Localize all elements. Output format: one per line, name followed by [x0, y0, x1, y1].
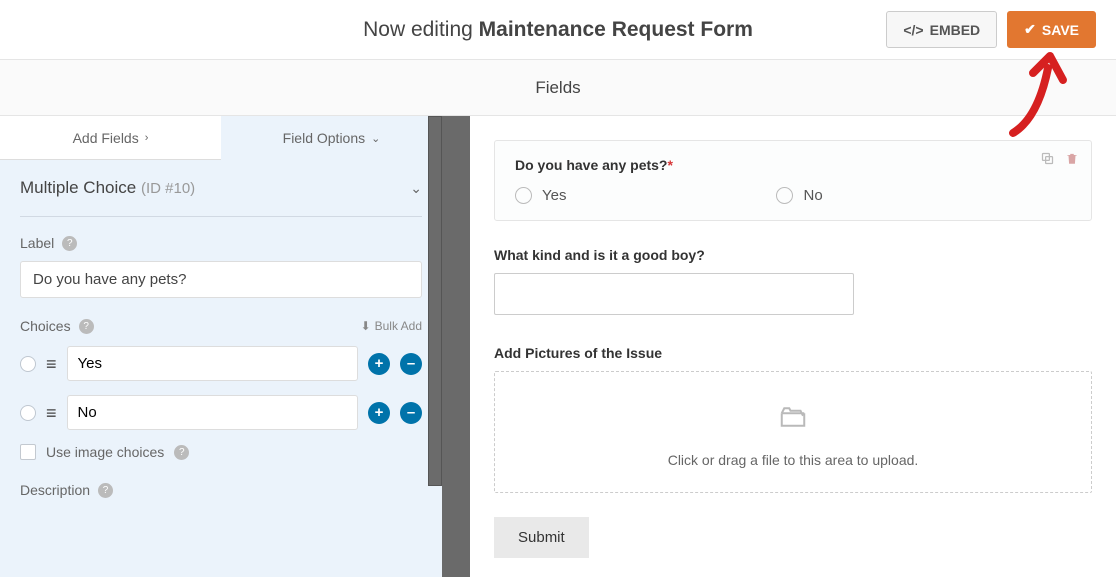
description-text: Description — [20, 482, 90, 498]
choice-input[interactable] — [67, 395, 358, 430]
image-choices-label: Use image choices — [46, 444, 164, 460]
field-type-header[interactable]: Multiple Choice (ID #10) ⌄ — [20, 178, 422, 217]
add-choice-button[interactable]: + — [368, 353, 390, 375]
check-icon: ✔ — [1024, 21, 1036, 38]
chevron-down-icon[interactable]: ⌄ — [410, 180, 422, 197]
field-preview-selected[interactable]: Do you have any pets?* Yes No — [494, 140, 1092, 221]
bulk-add-button[interactable]: ⬇ Bulk Add — [361, 319, 422, 333]
tab-add-fields[interactable]: Add Fields › — [0, 116, 221, 160]
tab-add-label: Add Fields — [73, 130, 139, 146]
duplicate-icon[interactable] — [1040, 151, 1055, 170]
chevron-right-icon: › — [145, 132, 149, 144]
checkbox-icon[interactable] — [20, 444, 36, 460]
upload-icon — [515, 402, 1071, 440]
radio-default-icon[interactable] — [20, 405, 36, 421]
embed-label: EMBED — [930, 22, 981, 38]
radio-option[interactable]: Yes — [515, 187, 566, 204]
drag-handle-icon[interactable]: ≡ — [46, 404, 57, 422]
sidebar: Add Fields › Field Options ⌄ Multiple Ch… — [0, 116, 442, 577]
field-type-title: Multiple Choice (ID #10) — [20, 178, 195, 198]
help-icon[interactable]: ? — [98, 483, 113, 498]
code-icon: </> — [903, 22, 923, 38]
add-choice-button[interactable]: + — [368, 402, 390, 424]
file-upload-zone[interactable]: Click or drag a file to this area to upl… — [494, 371, 1092, 493]
radio-icon — [515, 187, 532, 204]
submit-button[interactable]: Submit — [494, 517, 589, 558]
form-name: Maintenance Request Form — [479, 18, 753, 41]
drag-handle-icon[interactable]: ≡ — [46, 355, 57, 373]
tab-options-label: Field Options — [283, 130, 365, 146]
fields-subheader: Fields — [0, 60, 1116, 116]
help-icon[interactable]: ? — [79, 319, 94, 334]
help-icon[interactable]: ? — [62, 236, 77, 251]
download-icon: ⬇ — [361, 319, 371, 333]
choice-row: ≡ + – — [20, 395, 422, 430]
scrollbar[interactable] — [428, 116, 442, 486]
divider — [442, 116, 470, 577]
choice-row: ≡ + – — [20, 346, 422, 381]
description-heading: Description ? — [20, 482, 422, 498]
choices-header: Choices ? ⬇ Bulk Add — [20, 318, 422, 334]
label-input[interactable] — [20, 261, 422, 298]
required-asterisk: * — [667, 157, 672, 173]
field-label: Add Pictures of the Issue — [494, 345, 1092, 361]
bulk-add-label: Bulk Add — [375, 319, 422, 333]
choice-input[interactable] — [67, 346, 358, 381]
radio-label: Yes — [542, 187, 566, 204]
image-choices-row[interactable]: Use image choices ? — [20, 444, 422, 460]
help-icon[interactable]: ? — [174, 445, 189, 460]
top-bar: Now editing Maintenance Request Form </>… — [0, 0, 1116, 60]
remove-choice-button[interactable]: – — [400, 402, 422, 424]
tab-field-options[interactable]: Field Options ⌄ — [221, 116, 442, 160]
save-button[interactable]: ✔ SAVE — [1007, 11, 1096, 48]
radio-options: Yes No — [515, 187, 1071, 204]
field-label: Do you have any pets?* — [515, 157, 1071, 173]
sidebar-body: Multiple Choice (ID #10) ⌄ Label ? Choic… — [0, 160, 442, 577]
text-input[interactable] — [494, 273, 854, 315]
save-label: SAVE — [1042, 22, 1079, 38]
field-label: What kind and is it a good boy? — [494, 247, 1092, 263]
choices-heading: Choices ? — [20, 318, 94, 334]
radio-option[interactable]: No — [776, 187, 822, 204]
radio-label: No — [803, 187, 822, 204]
field-actions — [1040, 151, 1079, 170]
label-heading: Label ? — [20, 235, 422, 251]
sidebar-tabs: Add Fields › Field Options ⌄ — [0, 116, 442, 160]
top-actions: </> EMBED ✔ SAVE — [886, 11, 1096, 48]
radio-icon — [776, 187, 793, 204]
form-preview: Do you have any pets?* Yes No What kind … — [470, 116, 1116, 577]
choices-text: Choices — [20, 318, 71, 334]
remove-choice-button[interactable]: – — [400, 353, 422, 375]
main-layout: Add Fields › Field Options ⌄ Multiple Ch… — [0, 116, 1116, 577]
radio-default-icon[interactable] — [20, 356, 36, 372]
label-text: Label — [20, 235, 54, 251]
embed-button[interactable]: </> EMBED — [886, 11, 997, 48]
field-id: (ID #10) — [141, 180, 195, 197]
upload-text: Click or drag a file to this area to upl… — [515, 452, 1071, 468]
trash-icon[interactable] — [1065, 151, 1079, 170]
field-type-text: Multiple Choice — [20, 178, 136, 197]
q1-label-text: Do you have any pets? — [515, 157, 667, 173]
chevron-down-icon: ⌄ — [371, 132, 380, 145]
editing-prefix: Now editing — [363, 18, 479, 41]
